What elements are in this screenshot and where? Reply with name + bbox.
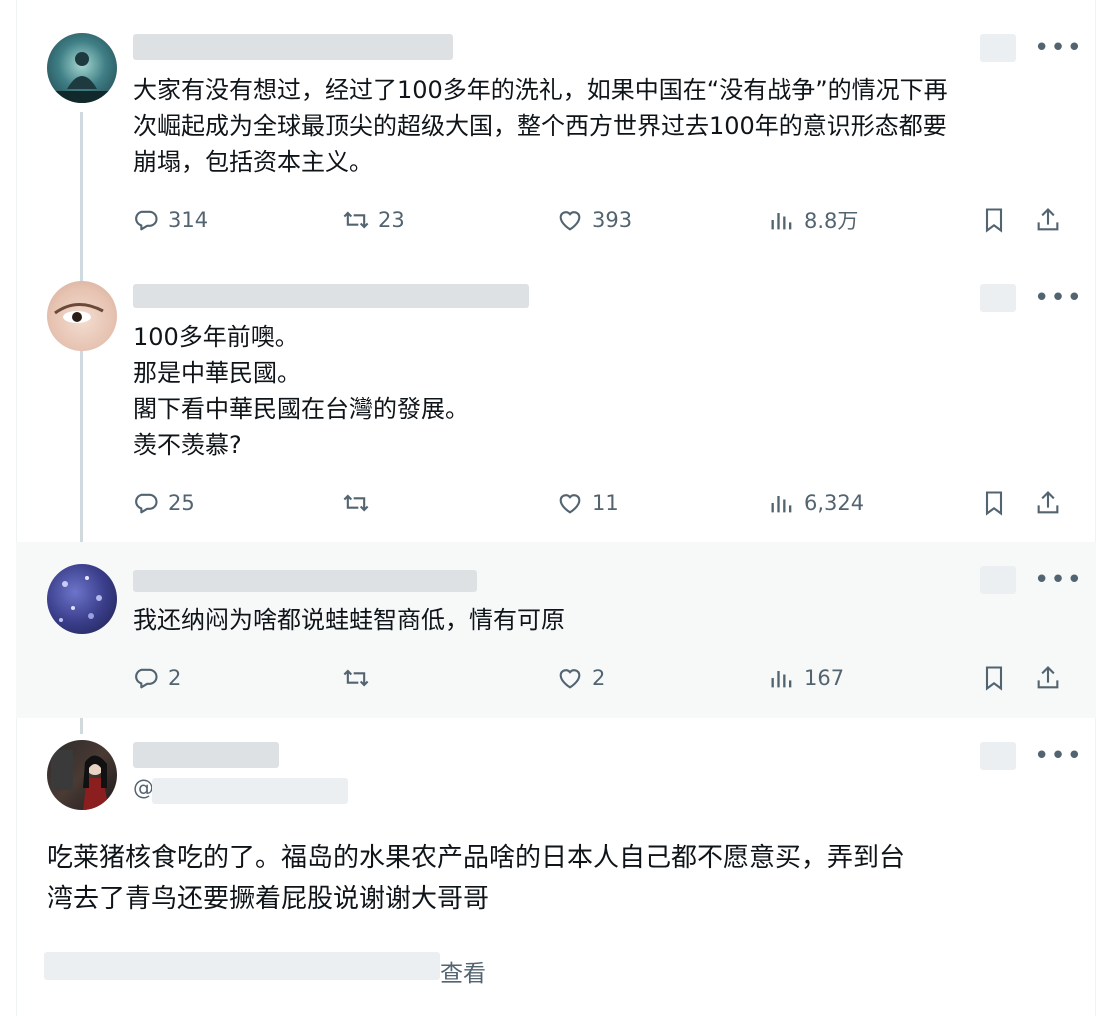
views-count: 167 [804,666,845,690]
meta-redacted [980,284,1016,312]
avatar-image-icon [51,750,109,810]
share-button[interactable] [1034,483,1062,523]
reply-icon [135,493,158,514]
reply-count: 25 [168,491,195,515]
reply-count: 2 [168,666,182,690]
author-name-redacted[interactable] [133,284,529,308]
views-count: 6,324 [804,491,865,515]
reply-count: 314 [168,208,209,232]
retweet-icon [343,669,369,687]
views-icon [771,496,792,513]
more-icon[interactable]: ••• [1034,35,1083,61]
author-name-redacted[interactable] [133,570,477,592]
like-icon [559,669,581,689]
meta-redacted [980,566,1016,594]
avatar[interactable] [47,33,117,103]
tweet-actions: 2 2 167 [118,658,1059,698]
views-count: 8.8万 [804,209,859,233]
retweet-icon [343,211,369,229]
views-icon [771,671,792,688]
more-icon[interactable]: ••• [1034,567,1083,593]
tweet-1[interactable]: ••• 大家有没有想过，经过了100多年的洗礼，如果中国在“没有战争”的情况下再… [0,0,1110,262]
share-icon [1037,491,1059,514]
bookmark-button[interactable] [980,483,1008,523]
retweet-button[interactable] [342,483,378,523]
like-icon [559,494,581,514]
like-count: 393 [592,208,633,232]
meta-redacted [980,742,1016,770]
like-button[interactable]: 2 [556,658,605,698]
views-button[interactable]: 8.8万 [768,200,858,240]
bookmark-icon [985,666,1003,691]
share-button[interactable] [1034,658,1062,698]
timestamp-redacted [44,952,440,980]
focused-tweet-text: 吃莱猪核食吃的了。福岛的水果农产品啥的日本人自己都不愿意买，弄到台 湾去了青鸟还… [47,843,906,914]
avatar[interactable] [47,740,117,810]
tweet-actions: 25 11 6,324 [118,483,1059,523]
like-count: 2 [592,666,606,690]
tweet-actions: 314 23 393 8.8万 [118,200,1059,240]
handle-prefix: @ [133,776,154,800]
avatar-image-icon [59,576,102,622]
like-button[interactable]: 393 [556,200,632,240]
views-button[interactable]: 167 [768,658,844,698]
meta-redacted [980,34,1016,62]
more-icon[interactable]: ••• [1034,743,1083,769]
share-icon [1037,666,1059,689]
avatar[interactable] [47,564,117,634]
retweet-icon [343,494,369,512]
author-handle[interactable]: @ [133,776,154,800]
author-name-redacted[interactable] [133,742,279,768]
bookmark-icon [985,208,1003,233]
more-icon[interactable]: ••• [1034,285,1083,311]
focused-tweet[interactable]: @ ••• 吃莱猪核食吃的了。福岛的水果农产品啥的日本人自己都不愿意买，弄到台 … [0,718,1110,1016]
share-button[interactable] [1034,200,1062,240]
avatar-image-icon [47,52,117,103]
bookmark-button[interactable] [980,200,1008,240]
share-icon [1037,208,1059,231]
author-name-redacted[interactable] [133,34,453,60]
handle-redacted [152,778,348,804]
avatar-image-icon [54,303,104,323]
reply-button[interactable]: 314 [132,200,208,240]
tweet-2[interactable]: ••• 100多年前噢。 那是中華民國。 閣下看中華民國在台灣的發展。 羡不羡慕… [0,262,1110,542]
tweet-text: 我还纳闷为啥都说蛙蛙智商低，情有可原 [133,606,565,634]
retweet-button[interactable]: 23 [342,200,405,240]
like-button[interactable]: 11 [556,483,619,523]
avatar[interactable] [47,281,117,351]
view-link[interactable]: 查看 [440,954,486,988]
bookmark-button[interactable] [980,658,1008,698]
reply-icon [135,210,158,231]
views-icon [771,213,792,230]
tweet-text: 100多年前噢。 那是中華民國。 閣下看中華民國在台灣的發展。 羡不羡慕? [133,323,469,459]
bookmark-icon [985,491,1003,516]
reply-icon [135,668,158,689]
tweet-text: 大家有没有想过，经过了100多年的洗礼，如果中国在“没有战争”的情况下再 次崛起… [133,76,948,176]
like-icon [559,211,581,231]
retweet-button[interactable] [342,658,378,698]
tweet-3-content: ••• 我还纳闷为啥都说蛙蛙智商低，情有可原 2 2 167 [0,542,1110,718]
like-count: 11 [592,491,619,515]
reply-button[interactable]: 25 [132,483,195,523]
reply-button[interactable]: 2 [132,658,181,698]
views-button[interactable]: 6,324 [768,483,864,523]
retweet-count: 23 [378,208,405,232]
